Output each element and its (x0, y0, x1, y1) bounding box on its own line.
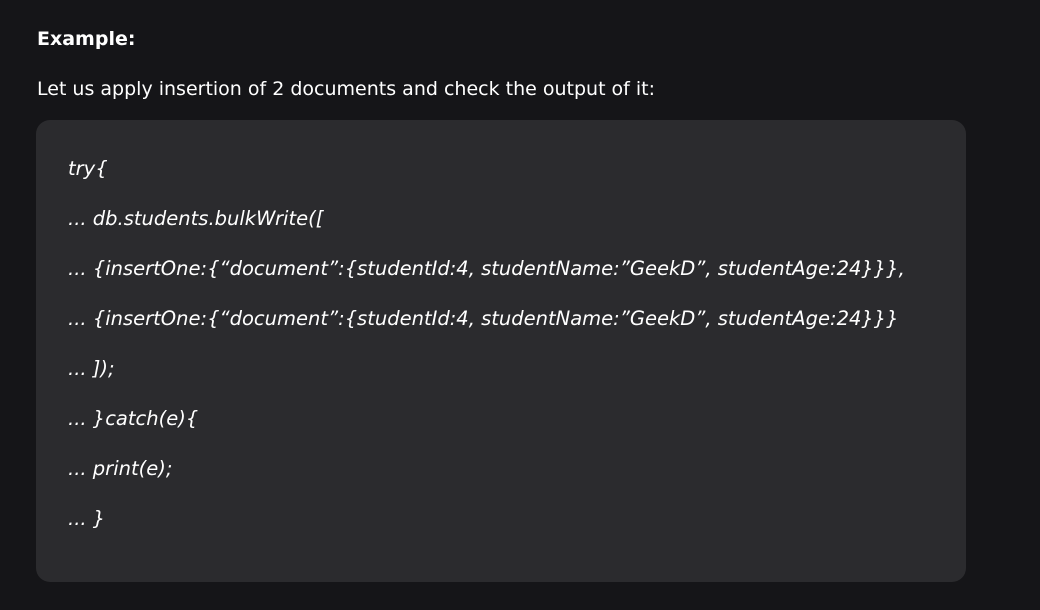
example-heading: Example: (37, 28, 136, 50)
code-line-7: ... print(e); (68, 457, 173, 480)
code-line-3: ... {insertOne:{“document”:{studentId:4,… (68, 257, 905, 280)
code-line-2: ... db.students.bulkWrite([ (68, 207, 324, 230)
code-line-4: ... {insertOne:{“document”:{studentId:4,… (68, 307, 899, 330)
intro-paragraph: Let us apply insertion of 2 documents an… (37, 78, 656, 100)
code-line-8: ... } (68, 507, 106, 530)
code-block: try{ ... db.students.bulkWrite([ ... {in… (36, 120, 966, 582)
code-line-1: try{ (68, 157, 108, 180)
code-line-6: ... }catch(e){ (68, 407, 199, 430)
code-line-5: ... ]); (68, 357, 115, 380)
page: Example: Let us apply insertion of 2 doc… (0, 0, 1040, 610)
